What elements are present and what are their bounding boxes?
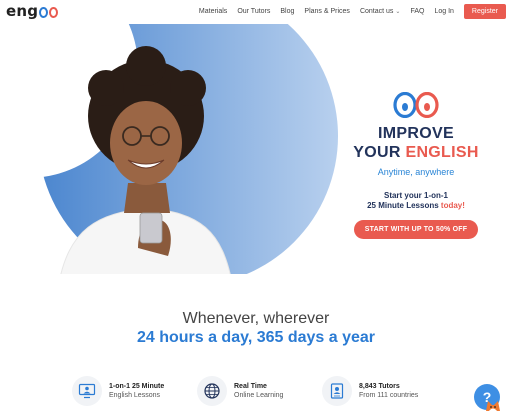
headline-your: YOUR bbox=[353, 144, 401, 161]
monitor-icon bbox=[72, 376, 102, 406]
mascot-eyes-icon bbox=[336, 92, 496, 118]
hero-text-panel: IMPROVE YOUR ENGLISH Anytime, anywhere S… bbox=[336, 92, 496, 239]
engoo-logo[interactable]: eng bbox=[6, 2, 59, 20]
logo-eyes-icon bbox=[39, 6, 59, 18]
register-button[interactable]: Register bbox=[463, 4, 506, 19]
feature-title: 8,843 Tutors bbox=[359, 383, 400, 390]
tutor-badge-icon bbox=[322, 376, 352, 406]
feature-subtitle: From 111 countries bbox=[359, 392, 419, 399]
header: eng Materials Our Tutors Blog Plans & Pr… bbox=[0, 0, 512, 24]
feature-item: Real Time Online Learning bbox=[197, 376, 283, 406]
start-line2: 25 Minute Lessons today! bbox=[336, 201, 496, 210]
start-today: today! bbox=[440, 201, 465, 210]
nav-plans-prices[interactable]: Plans & Prices bbox=[304, 8, 350, 15]
feature-text: 1-on-1 25 Minute English Lessons bbox=[109, 382, 164, 400]
globe-icon bbox=[197, 376, 227, 406]
start-discount-button[interactable]: START WITH UP TO 50% OFF bbox=[353, 220, 479, 239]
nav-contact-label: Contact us bbox=[359, 8, 394, 15]
hero-illustration bbox=[0, 24, 338, 274]
feature-item: 1-on-1 25 Minute English Lessons bbox=[72, 376, 164, 406]
feature-text: 8,843 Tutors From 111 countries bbox=[359, 382, 418, 400]
headline-english: ENGLISH bbox=[405, 144, 479, 161]
nav-log-in[interactable]: Log In bbox=[434, 8, 453, 15]
feature-item: 8,843 Tutors From 111 countries bbox=[322, 376, 418, 406]
nav-contact-us[interactable]: Contact us ⌄ bbox=[360, 8, 401, 15]
logo-text: eng bbox=[6, 2, 39, 20]
nav-faq[interactable]: FAQ bbox=[410, 8, 424, 15]
feature-text: Real Time Online Learning bbox=[234, 382, 283, 400]
headline-line2: YOUR ENGLISH bbox=[336, 143, 496, 162]
main-nav: Materials Our Tutors Blog Plans & Prices… bbox=[189, 4, 506, 19]
start-line1: Start your 1-on-1 bbox=[383, 191, 448, 200]
headline-line1: IMPROVE bbox=[378, 125, 454, 142]
feature-subtitle: English Lessons bbox=[109, 392, 160, 399]
hero-section: IMPROVE YOUR ENGLISH Anytime, anywhere S… bbox=[0, 24, 512, 274]
section-subtitle: Whenever, wherever bbox=[182, 310, 330, 327]
nav-our-tutors[interactable]: Our Tutors bbox=[237, 8, 270, 15]
features-row: 1-on-1 25 Minute English Lessons Real Ti… bbox=[0, 376, 512, 412]
chevron-down-icon: ⌄ bbox=[395, 9, 401, 15]
feature-subtitle: Online Learning bbox=[234, 392, 284, 399]
feature-title: Real Time bbox=[234, 383, 267, 390]
nav-blog[interactable]: Blog bbox=[280, 8, 294, 15]
feature-title: 1-on-1 25 Minute bbox=[109, 383, 165, 390]
section-title: 24 hours a day, 365 days a year bbox=[136, 329, 376, 346]
tagline: Anytime, anywhere bbox=[377, 167, 455, 177]
fox-mascot-icon bbox=[486, 401, 500, 411]
nav-materials[interactable]: Materials bbox=[199, 8, 227, 15]
start-lessons: 25 Minute Lessons bbox=[367, 201, 439, 210]
